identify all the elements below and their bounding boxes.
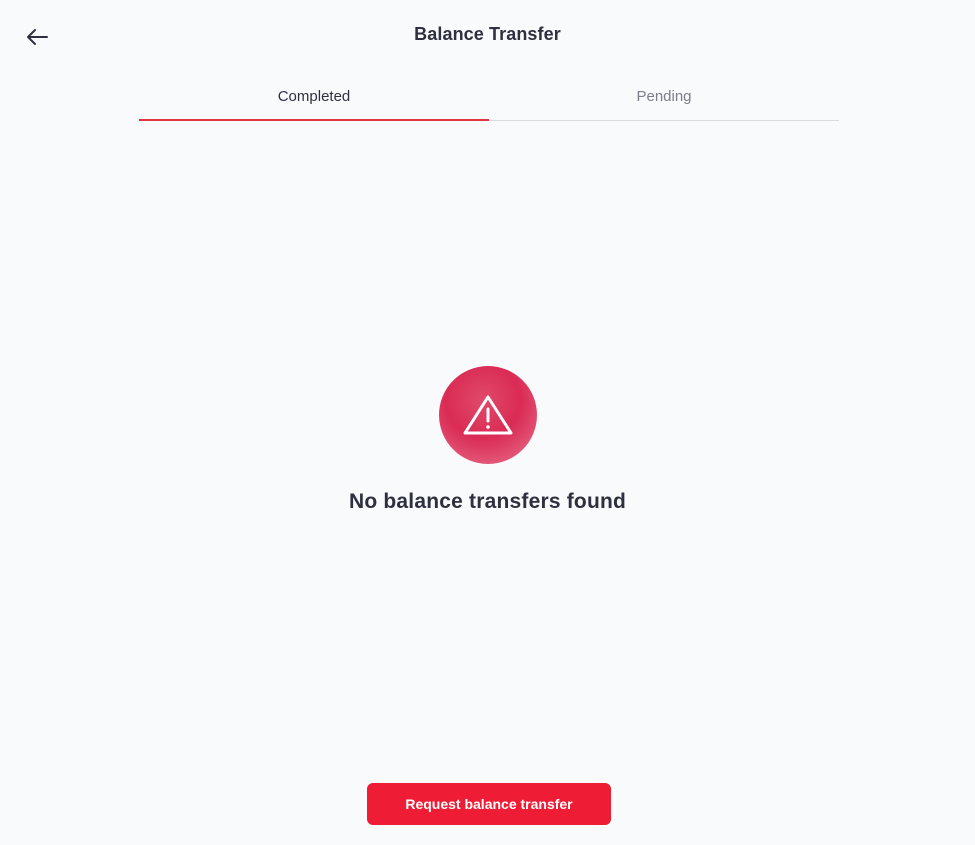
empty-state: No balance transfers found [0, 366, 975, 514]
tab-completed[interactable]: Completed [139, 80, 489, 121]
request-balance-transfer-button[interactable]: Request balance transfer [367, 783, 611, 825]
warning-badge [438, 366, 537, 464]
tab-bar: Completed Pending [139, 80, 839, 121]
page-title: Balance Transfer [414, 24, 561, 44]
warning-triangle-icon [463, 395, 512, 435]
tab-pending[interactable]: Pending [489, 80, 839, 120]
balance-transfer-page: Balance Transfer Completed Pending No ba… [0, 0, 975, 845]
empty-state-message: No balance transfers found [348, 490, 627, 513]
